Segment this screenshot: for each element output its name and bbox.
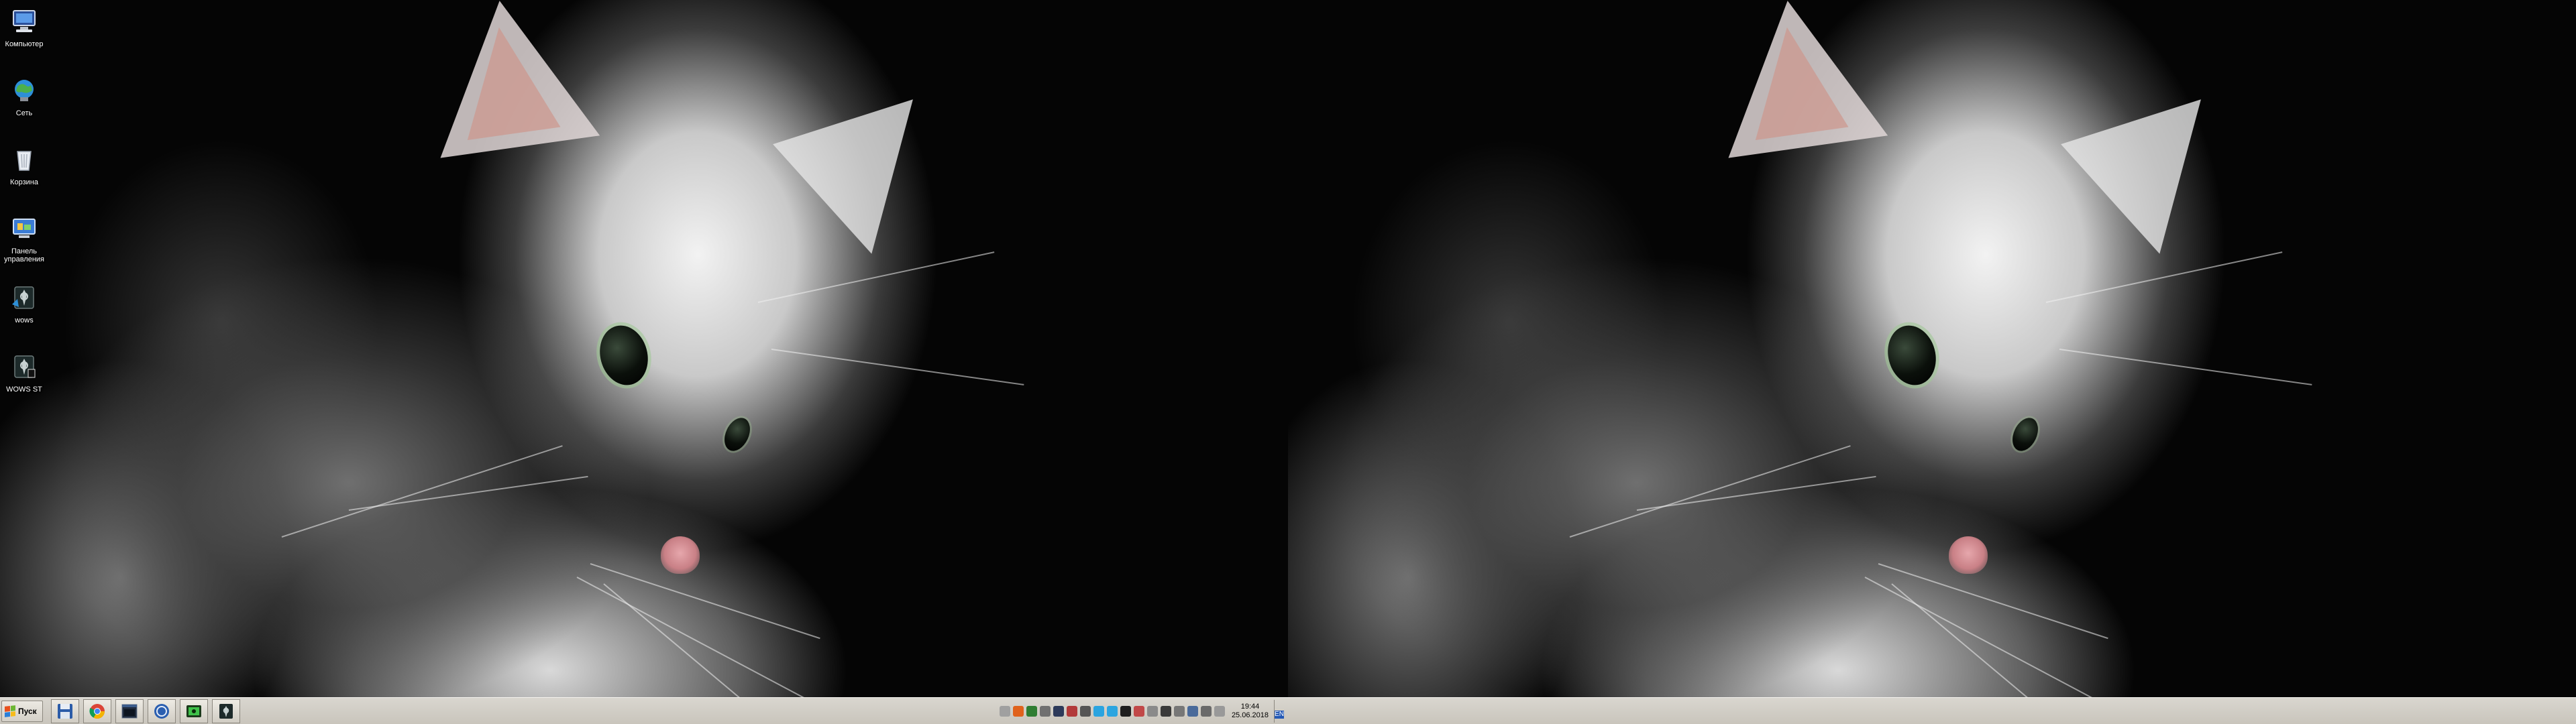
- tray-icon-13[interactable]: [1160, 705, 1171, 717]
- tray-icon-17[interactable]: [1214, 705, 1225, 717]
- chrome-icon: [89, 703, 105, 719]
- taskbar-app-window[interactable]: [115, 699, 144, 723]
- clock-date: 25.06.2018: [1231, 711, 1269, 719]
- taskbar-app-save[interactable]: [50, 699, 79, 723]
- green-screen-app-icon: [186, 705, 201, 717]
- desktop-icon-label: wows: [15, 316, 34, 324]
- desktop-icon-recycle-bin[interactable]: Корзина: [0, 138, 48, 207]
- tray-icon-8[interactable]: [1093, 705, 1104, 717]
- wows-launcher-icon: [8, 282, 40, 314]
- taskbar-app-blue-circle[interactable]: [147, 699, 176, 723]
- tray-icon-3[interactable]: [1026, 705, 1037, 717]
- tray-icon-1[interactable]: [999, 705, 1010, 717]
- taskbar-app-green-screen[interactable]: [179, 699, 208, 723]
- telegram-icon[interactable]: [1106, 705, 1118, 717]
- tray-icon-10[interactable]: [1120, 705, 1131, 717]
- desktop-icon-control-panel[interactable]: Панель управления: [0, 207, 48, 276]
- windows-logo-icon: [5, 705, 15, 717]
- screen-right: [1288, 0, 2576, 724]
- show-desktop-button[interactable]: EN: [1274, 699, 1284, 723]
- taskbar-pinned-apps: [50, 698, 240, 724]
- wows-st-launcher-icon: [8, 351, 40, 383]
- screen-left: Компьютер Сеть Корзина Панель управления…: [0, 0, 1288, 724]
- tray-icon-12[interactable]: [1146, 705, 1158, 717]
- tray-icon-6[interactable]: [1066, 705, 1077, 717]
- clock[interactable]: 19:44 25.06.2018: [1232, 703, 1269, 720]
- flag-icon[interactable]: [1173, 705, 1185, 717]
- tray-icon-4[interactable]: [1039, 705, 1051, 717]
- language-indicator[interactable]: EN: [1275, 710, 1284, 719]
- cat-ear-left-inner: [1740, 21, 1849, 140]
- system-tray: 19:44 25.06.2018 EN: [999, 698, 1288, 724]
- tray-icon-16[interactable]: [1200, 705, 1212, 717]
- tray-icon-7[interactable]: [1079, 705, 1091, 717]
- desktop-icon-network[interactable]: Сеть: [0, 69, 48, 138]
- tray-icon-5[interactable]: [1053, 705, 1064, 717]
- control-panel-icon: [8, 213, 40, 245]
- start-button[interactable]: Пуск: [1, 700, 43, 722]
- tray-icons: [999, 705, 1225, 717]
- desktop-icon-label: Сеть: [15, 109, 33, 117]
- desktop-icon-wows-st[interactable]: WOWS ST: [0, 345, 48, 414]
- cat-ear-left-inner: [452, 21, 561, 140]
- desktop-icon-label: Корзина: [10, 178, 38, 186]
- wows-taskbar-icon: [219, 703, 233, 719]
- floppy-save-icon: [57, 703, 72, 719]
- recycle-bin-icon: [8, 143, 40, 176]
- start-label: Пуск: [18, 706, 37, 716]
- blue-circle-app-icon: [154, 703, 169, 719]
- volume-icon[interactable]: [1133, 705, 1144, 717]
- cat-nose: [1949, 536, 1988, 574]
- clock-time: 19:44: [1240, 702, 1260, 711]
- desktop-icon-label: Компьютер: [5, 40, 44, 48]
- taskbar-app-wows[interactable]: [211, 699, 240, 723]
- tray-icon-2[interactable]: [1012, 705, 1024, 717]
- desktop-icon-computer[interactable]: Компьютер: [0, 0, 48, 69]
- computer-icon: [8, 5, 40, 38]
- desktop-icon-wows[interactable]: wows: [0, 276, 48, 345]
- taskbar-app-chrome[interactable]: [83, 699, 111, 723]
- taskbar: Пуск 19:44 25.06.2018 EN: [0, 697, 1288, 724]
- network-globe-icon: [8, 74, 40, 107]
- network-icon[interactable]: [1187, 705, 1198, 717]
- window-app-icon: [121, 704, 138, 718]
- cat-nose: [661, 536, 700, 574]
- desktop-icon-label: Панель управления: [4, 247, 44, 263]
- desktop-icon-label: WOWS ST: [6, 385, 42, 394]
- secondary-taskbar: [1288, 697, 2576, 724]
- desktop-icons: Компьютер Сеть Корзина Панель управления…: [0, 0, 48, 414]
